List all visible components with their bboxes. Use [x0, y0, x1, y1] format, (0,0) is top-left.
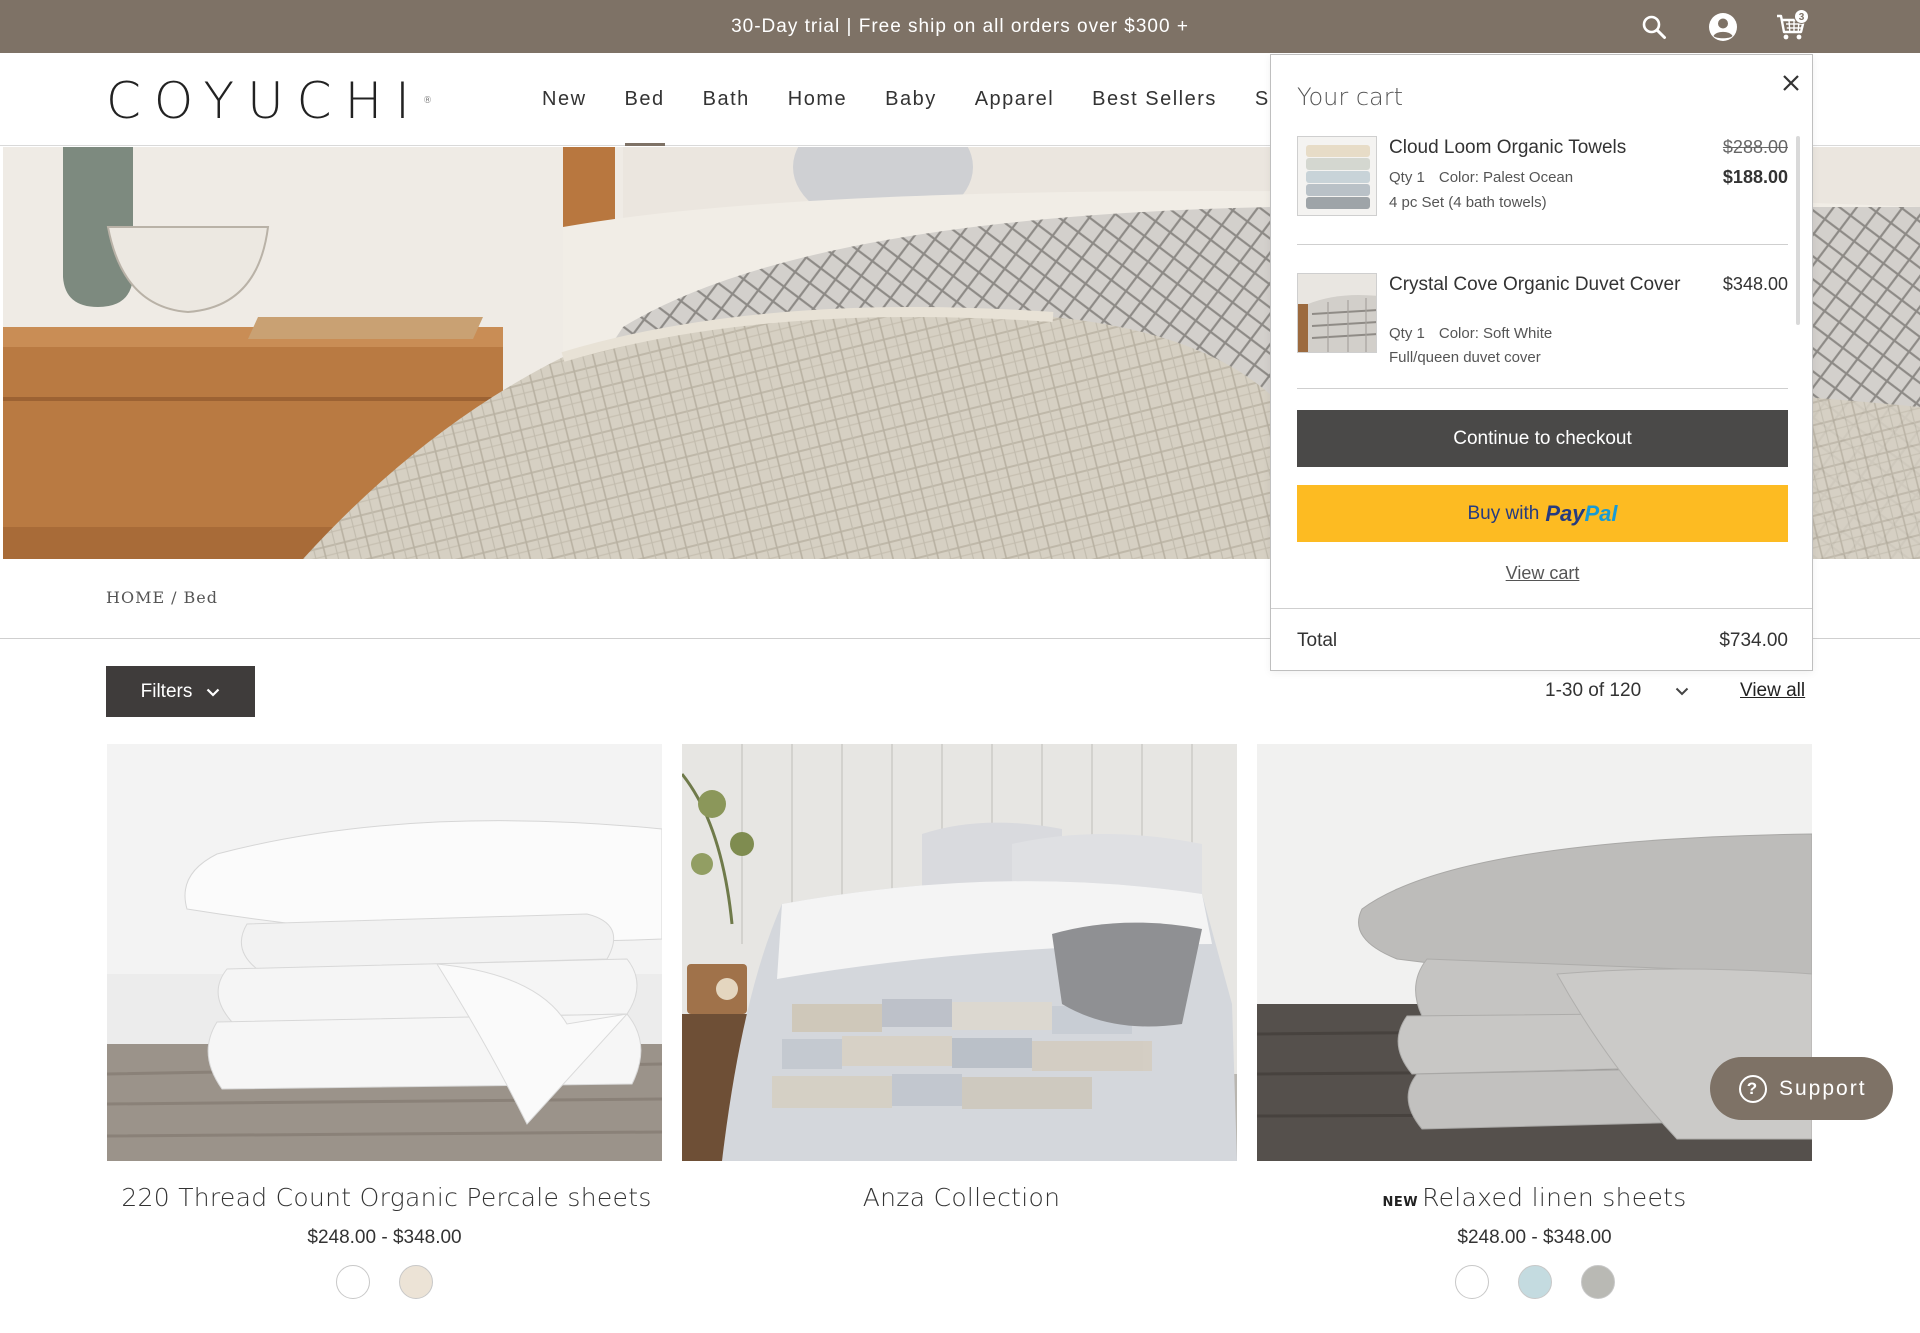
breadcrumb-home[interactable]: HOME [106, 588, 165, 607]
paypal-logo: PayPal [1545, 501, 1617, 527]
view-cart-link[interactable]: View cart [1271, 563, 1814, 584]
nav-baby[interactable]: Baby [866, 53, 956, 146]
color-swatches [107, 1265, 662, 1299]
cart-item-name[interactable]: Crystal Cove Organic Duvet Cover [1389, 273, 1689, 297]
cart-item-qty: Qty 1 [1389, 325, 1425, 342]
product-name[interactable]: 220 Thread Count Organic Percale sheets [107, 1183, 662, 1212]
view-all-link[interactable]: View all [1740, 680, 1805, 702]
cart-total-row: Total $734.00 [1271, 608, 1812, 671]
nav-new[interactable]: New [523, 53, 606, 146]
help-icon: ? [1739, 1074, 1767, 1103]
pagination-select[interactable]: 1-30 of 120 [1545, 680, 1689, 702]
cart-item-color: Color: Soft White [1438, 325, 1553, 342]
total-value: $734.00 [1719, 630, 1788, 651]
cart-item-price: $188.00 [1722, 167, 1788, 187]
cart-item-price: $348.00 [1722, 274, 1788, 294]
cart-item-meta: Qty 1 Color: Palest Ocean [1389, 169, 1573, 186]
product-title: Relaxed linen sheets [1422, 1183, 1687, 1212]
nav-best-sellers[interactable]: Best Sellers [1073, 53, 1236, 146]
filters-label: Filters [140, 680, 193, 702]
cart-item-variant: 4 pc Set (4 bath towels) [1389, 194, 1547, 211]
cart-item-variant: Full/queen duvet cover [1389, 349, 1541, 366]
product-image[interactable] [682, 744, 1237, 1161]
cart-item-color: Color: Palest Ocean [1438, 169, 1574, 186]
product-name[interactable]: NEW Relaxed linen sheets [1257, 1183, 1812, 1212]
product-price: $248.00 - $348.00 [1457, 1227, 1612, 1248]
swatch-white[interactable] [1454, 1265, 1489, 1299]
promo-text[interactable]: 30-Day trial | Free ship on all orders o… [0, 0, 1920, 53]
promo-bar: 30-Day trial | Free ship on all orders o… [0, 0, 1920, 53]
cart-item-thumbnail[interactable] [1297, 273, 1377, 353]
cart-title: Your cart [1297, 83, 1404, 111]
logo-registered-mark: ® [422, 96, 432, 106]
cart-item: Crystal Cove Organic Duvet Cover Qty 1 Co… [1297, 273, 1788, 373]
cart-separator [1297, 388, 1788, 389]
swatch-blue[interactable] [1517, 1265, 1552, 1299]
cart-item-thumbnail[interactable] [1297, 136, 1377, 216]
cart-item-qty: Qty 1 [1389, 169, 1425, 186]
search-icon[interactable] [1638, 11, 1670, 43]
product-card[interactable]: 220 Thread Count Organic Percale sheets … [107, 744, 662, 1299]
product-image[interactable] [107, 744, 662, 1161]
chevron-down-icon [1675, 680, 1689, 702]
cart-count-badge: 3 [1794, 9, 1809, 24]
support-label: Support [1779, 1076, 1867, 1100]
paypal-logo-pal: Pal [1584, 500, 1618, 526]
nav-bed[interactable]: Bed [606, 53, 684, 146]
swatch-white[interactable] [336, 1265, 370, 1299]
product-card[interactable]: NEW Relaxed linen sheets $248.00 - $348.0… [1257, 744, 1812, 1299]
paypal-prefix: Buy with [1467, 502, 1540, 524]
nav-bath[interactable]: Bath [684, 53, 769, 146]
product-name[interactable]: Anza Collection [682, 1183, 1237, 1212]
cart-item: Cloud Loom Organic Towels Qty 1 Color: Pa… [1297, 136, 1788, 244]
cart-scrollbar[interactable] [1796, 136, 1800, 325]
new-badge: NEW [1382, 1195, 1419, 1210]
nav-home[interactable]: Home [769, 53, 866, 146]
cart-item-meta: Qty 1 Color: Soft White [1389, 325, 1552, 342]
breadcrumb: HOME / Bed [106, 588, 218, 607]
product-price: $248.00 - $348.00 [307, 1227, 462, 1248]
cart-flyout: Your cart Cloud Loom Organic Towels Qty … [1270, 54, 1813, 671]
breadcrumb-current: Bed [183, 588, 218, 607]
total-label: Total [1297, 630, 1338, 651]
breadcrumb-separator: / [171, 588, 178, 607]
color-swatches [1257, 1265, 1812, 1299]
cart-item-name[interactable]: Cloud Loom Organic Towels [1389, 136, 1626, 160]
paypal-button[interactable]: Buy with PayPal [1297, 485, 1788, 542]
logo-text: COYUCHI [106, 72, 423, 130]
close-icon[interactable] [1777, 69, 1805, 97]
filters-button[interactable]: Filters [106, 666, 255, 717]
product-title: Anza Collection [862, 1183, 1061, 1212]
account-icon[interactable] [1707, 11, 1739, 43]
product-card[interactable]: Anza Collection [682, 744, 1237, 1227]
cart-separator [1297, 244, 1788, 245]
nav-apparel[interactable]: Apparel [956, 53, 1073, 146]
paypal-logo-pay: Pay [1545, 500, 1585, 526]
cart-item-original-price: $288.00 [1722, 137, 1788, 157]
pagination-label: 1-30 of 120 [1545, 680, 1642, 701]
cart-icon[interactable]: 3 [1775, 9, 1809, 43]
chevron-down-icon [206, 681, 220, 703]
coyuchi-logo[interactable]: COYUCHI® [106, 73, 432, 129]
swatch-natural[interactable] [399, 1265, 433, 1299]
product-title: 220 Thread Count Organic Percale sheets [121, 1183, 652, 1212]
checkout-button[interactable]: Continue to checkout [1297, 410, 1788, 467]
support-button[interactable]: ? Support [1710, 1057, 1893, 1120]
swatch-gray[interactable] [1580, 1265, 1615, 1299]
main-nav: New Bed Bath Home Baby Apparel Best Sell… [523, 53, 1301, 146]
